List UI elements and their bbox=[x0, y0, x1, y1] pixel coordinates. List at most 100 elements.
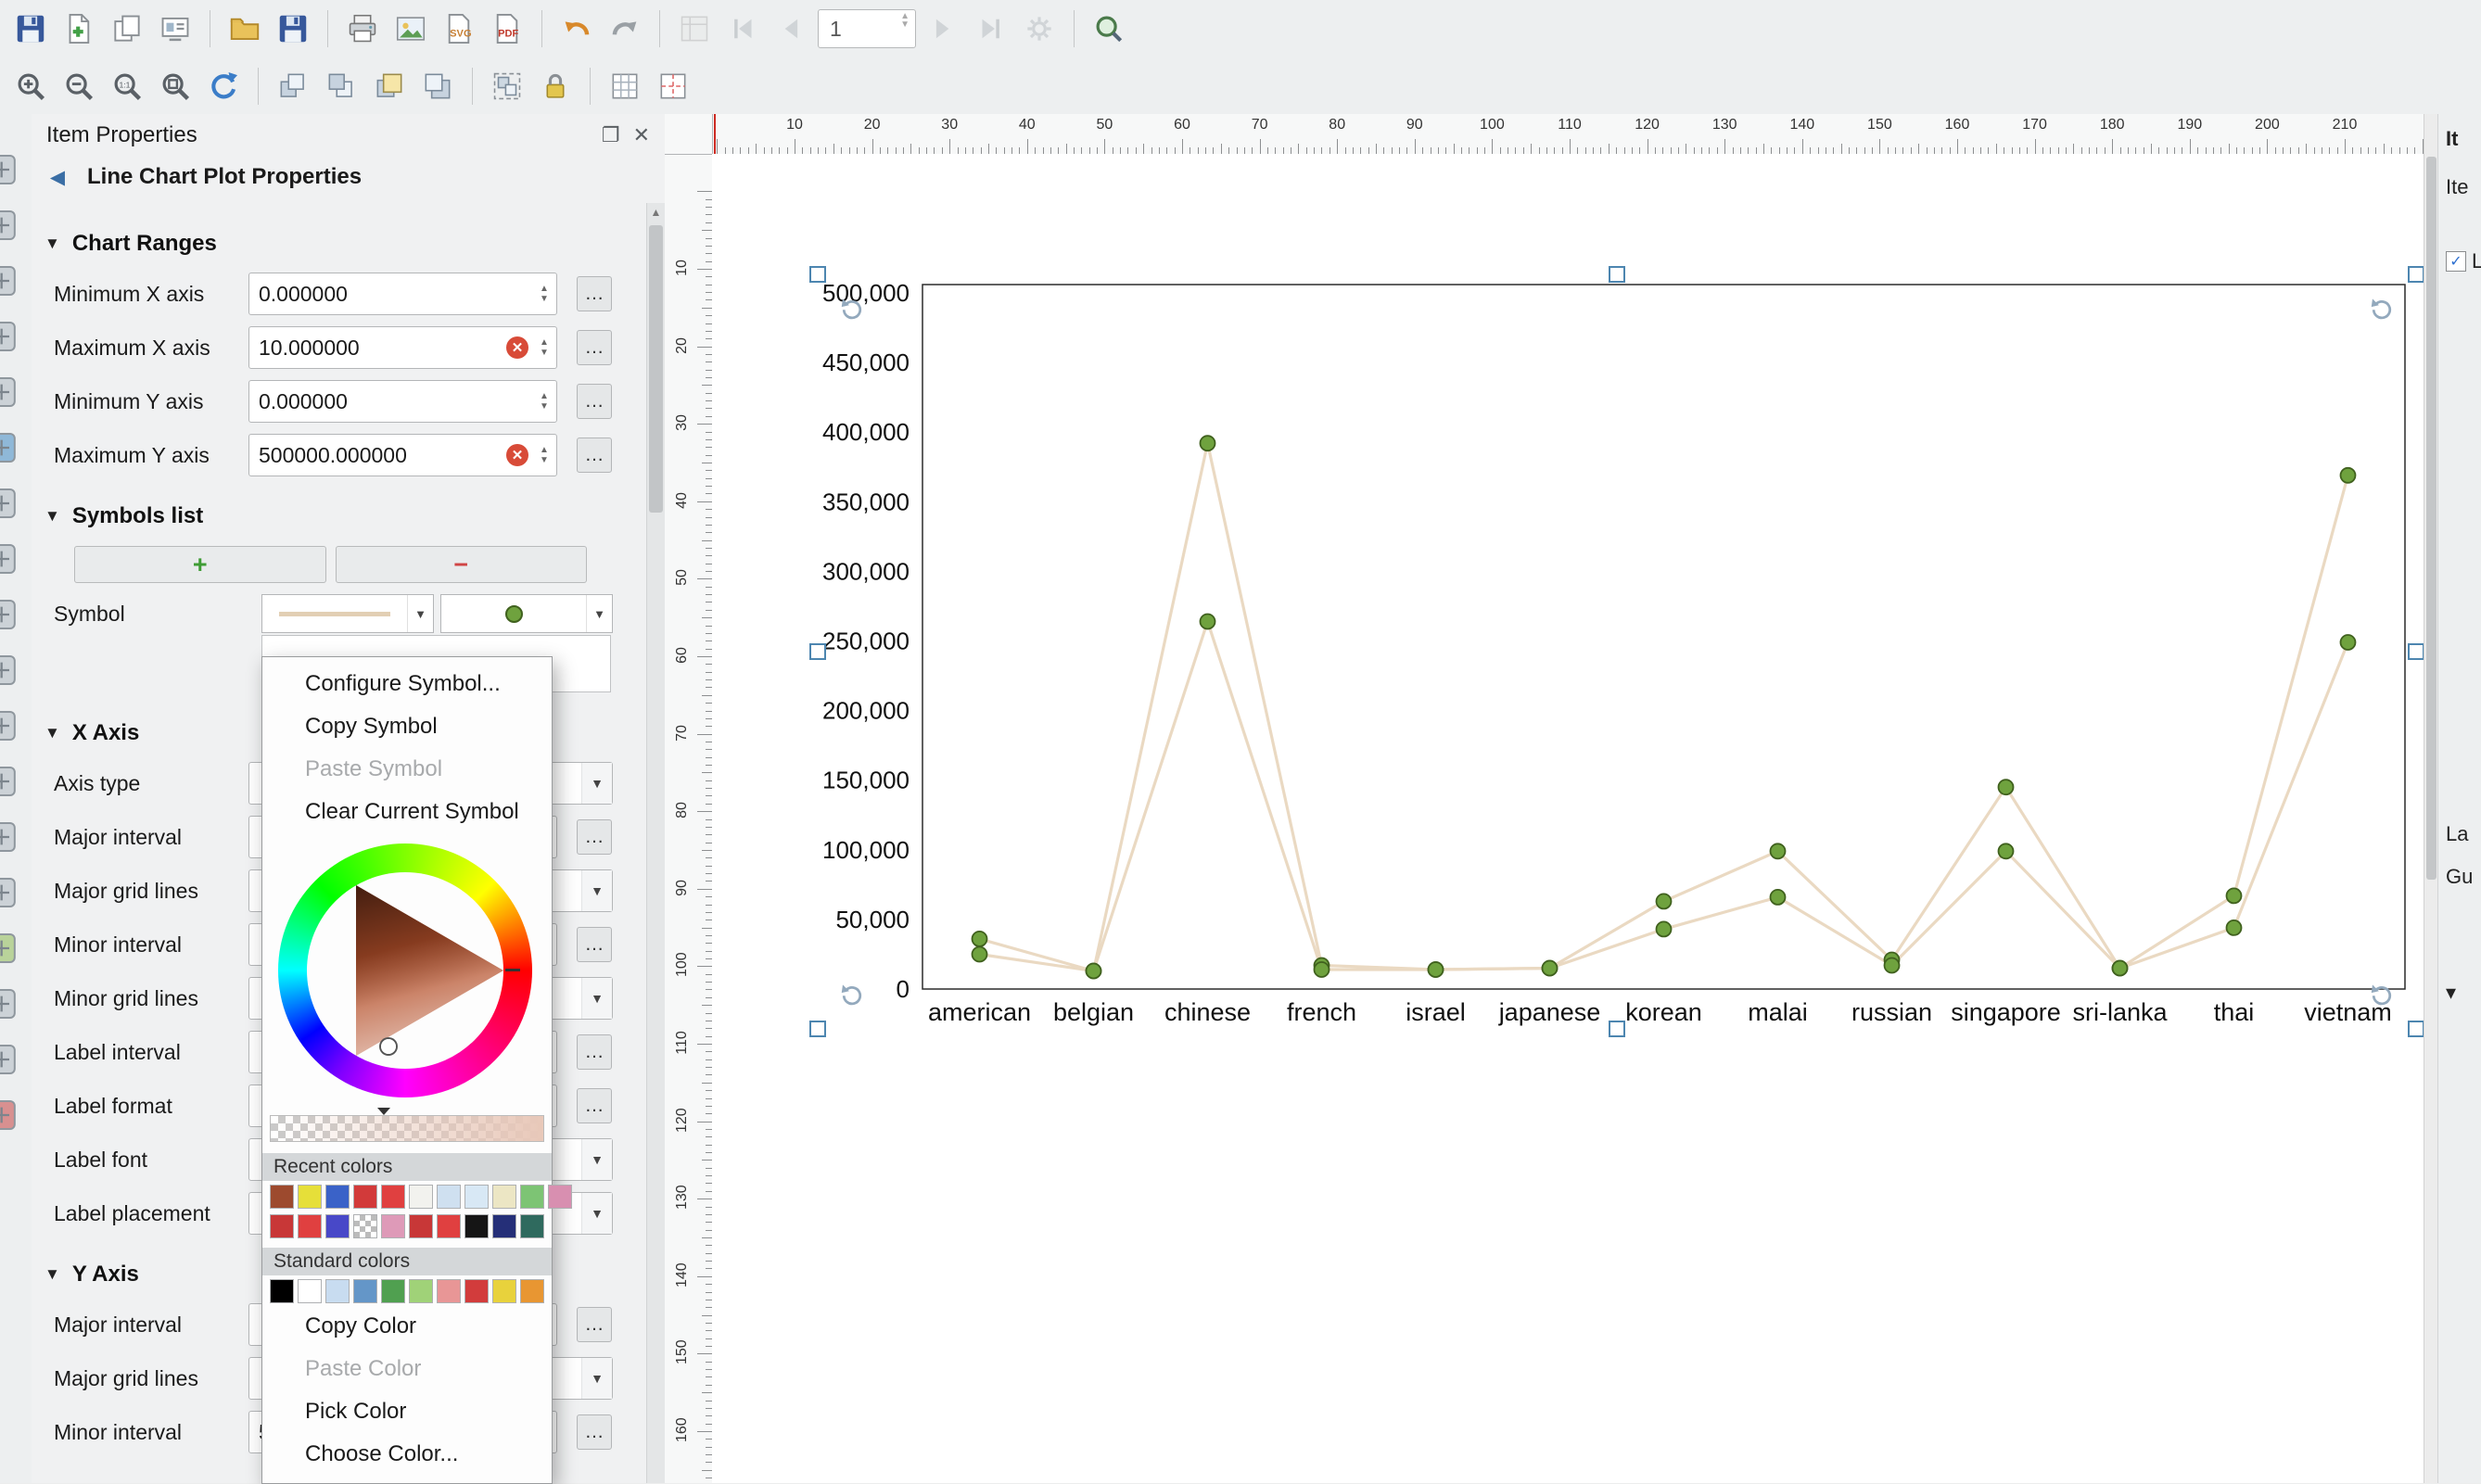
selection-handle[interactable] bbox=[2408, 643, 2424, 660]
color-selector-dot[interactable] bbox=[381, 1039, 396, 1054]
bring-to-front-button[interactable] bbox=[368, 65, 411, 108]
add-plot-tool[interactable] bbox=[0, 930, 19, 967]
print-button[interactable] bbox=[341, 7, 384, 50]
add-symbol-button[interactable]: + bbox=[74, 546, 326, 583]
panel-scrollbar[interactable]: ▲ bbox=[646, 203, 665, 1483]
data-defined-override-button[interactable]: … bbox=[577, 330, 612, 365]
data-defined-override-button[interactable]: … bbox=[577, 1307, 612, 1342]
color-swatch[interactable] bbox=[409, 1279, 433, 1303]
spin-arrows-icon[interactable]: ▲▼ bbox=[900, 12, 910, 29]
line-symbol-dropdown[interactable]: ▼ bbox=[261, 594, 434, 633]
color-swatch[interactable] bbox=[492, 1185, 516, 1209]
color-swatch[interactable] bbox=[270, 1279, 294, 1303]
chevron-down-icon[interactable]: ▼ bbox=[581, 1358, 612, 1399]
chevron-down-icon[interactable]: ▼ bbox=[407, 595, 433, 632]
selection-handle[interactable] bbox=[809, 266, 826, 283]
undo-button[interactable] bbox=[555, 7, 598, 50]
add-map-tool[interactable] bbox=[0, 429, 19, 466]
last-feature-button[interactable] bbox=[970, 7, 1012, 50]
feature-number[interactable]: 1▲▼ bbox=[818, 9, 916, 48]
add-label-tool[interactable] bbox=[0, 596, 19, 633]
selection-handle[interactable] bbox=[2408, 1021, 2424, 1037]
atlas-settings-button[interactable] bbox=[1018, 7, 1061, 50]
scroll-up-icon[interactable]: ▲ bbox=[647, 203, 665, 219]
color-swatch[interactable] bbox=[437, 1185, 461, 1209]
float-panel-icon[interactable]: ❐ bbox=[602, 123, 620, 147]
color-swatch[interactable] bbox=[353, 1279, 377, 1303]
maximum-y-axis-input[interactable]: 500000.000000✕▲▼ bbox=[248, 434, 557, 476]
data-defined-override-button[interactable]: … bbox=[577, 1088, 612, 1123]
edit-nodes-tool[interactable] bbox=[0, 374, 19, 411]
line-chart-item[interactable]: 500,000450,000400,000350,000300,000250,0… bbox=[818, 274, 2416, 1029]
new-layout-button[interactable] bbox=[57, 7, 100, 50]
zoom-actual-button[interactable]: 1:1 bbox=[106, 65, 148, 108]
color-swatch[interactable] bbox=[437, 1279, 461, 1303]
color-swatch[interactable] bbox=[298, 1214, 322, 1238]
add-table-tool[interactable] bbox=[0, 985, 19, 1022]
selection-handle[interactable] bbox=[2408, 266, 2424, 283]
color-swatch[interactable] bbox=[381, 1279, 405, 1303]
export-as-pdf-button[interactable]: PDF bbox=[486, 7, 528, 50]
back-button[interactable]: ◀ bbox=[41, 160, 74, 194]
close-panel-icon[interactable]: ✕ bbox=[633, 123, 650, 147]
section-chart-ranges[interactable]: ▼ Chart Ranges bbox=[45, 231, 646, 257]
color-swatch[interactable] bbox=[520, 1185, 544, 1209]
color-swatch[interactable] bbox=[325, 1279, 350, 1303]
data-defined-override-button[interactable]: … bbox=[577, 1034, 612, 1070]
color-swatch[interactable] bbox=[353, 1185, 377, 1209]
color-swatch[interactable] bbox=[437, 1214, 461, 1238]
redo-button[interactable] bbox=[604, 7, 646, 50]
color-wheel[interactable] bbox=[262, 837, 552, 1104]
previous-feature-button[interactable] bbox=[770, 7, 812, 50]
add-3d-map-tool[interactable] bbox=[0, 485, 19, 522]
send-to-back-button[interactable] bbox=[416, 65, 459, 108]
shade-strip-pointer[interactable] bbox=[377, 1108, 390, 1115]
duplicate-layout-button[interactable] bbox=[106, 7, 148, 50]
export-as-svg-button[interactable]: SVG bbox=[438, 7, 480, 50]
show-grid-button[interactable] bbox=[604, 65, 646, 108]
export-as-image-button[interactable] bbox=[389, 7, 432, 50]
selection-handle[interactable] bbox=[1609, 1021, 1625, 1037]
data-defined-override-button[interactable]: … bbox=[577, 276, 612, 311]
canvas-vertical-scrollbar[interactable] bbox=[2424, 114, 2438, 1483]
preview-atlas-button[interactable] bbox=[673, 7, 716, 50]
color-swatch[interactable] bbox=[270, 1185, 294, 1209]
color-swatch[interactable] bbox=[353, 1214, 377, 1238]
add-picture-tool[interactable] bbox=[0, 540, 19, 577]
color-swatch[interactable] bbox=[409, 1214, 433, 1238]
color-swatch[interactable] bbox=[298, 1185, 322, 1209]
layout-canvas[interactable]: 1020304050607080901001101201301401501601… bbox=[665, 114, 2438, 1483]
color-swatch[interactable] bbox=[520, 1279, 544, 1303]
first-feature-button[interactable] bbox=[721, 7, 764, 50]
add-shape-tool[interactable] bbox=[0, 763, 19, 800]
color-swatch[interactable] bbox=[298, 1279, 322, 1303]
spin-arrows-icon[interactable]: ▲▼ bbox=[532, 273, 556, 314]
chevron-down-icon[interactable]: ▼ bbox=[581, 763, 612, 804]
chevron-down-icon[interactable]: ▼ bbox=[581, 1193, 612, 1234]
color-swatch[interactable] bbox=[325, 1185, 350, 1209]
layout-manager-button[interactable] bbox=[154, 7, 197, 50]
refresh-view-button[interactable] bbox=[202, 65, 245, 108]
color-swatch[interactable] bbox=[520, 1214, 544, 1238]
zoom-out-button[interactable] bbox=[57, 65, 100, 108]
zoom-in-button[interactable] bbox=[9, 65, 52, 108]
marker-symbol-dropdown[interactable]: ▼ bbox=[440, 594, 613, 633]
chevron-down-icon[interactable]: ▼ bbox=[581, 870, 612, 911]
add-fixed-table-tool[interactable] bbox=[0, 1097, 19, 1134]
section-symbols-list[interactable]: ▼ Symbols list bbox=[45, 503, 646, 529]
move-content-tool[interactable] bbox=[0, 318, 19, 355]
spin-arrows-icon[interactable]: ▲▼ bbox=[532, 327, 556, 368]
selection-handle[interactable] bbox=[809, 643, 826, 660]
data-defined-override-button[interactable]: … bbox=[577, 1414, 612, 1450]
add-html-tool[interactable] bbox=[0, 1041, 19, 1078]
menu-item-copy-color[interactable]: Copy Color bbox=[262, 1305, 552, 1348]
checkbox[interactable]: ✓ bbox=[2446, 251, 2466, 272]
chevron-down-icon[interactable]: ▼ bbox=[586, 595, 612, 632]
menu-item-configure-symbol-[interactable]: Configure Symbol... bbox=[262, 663, 552, 705]
maximum-x-axis-input[interactable]: 10.000000✕▲▼ bbox=[248, 326, 557, 369]
color-swatch[interactable] bbox=[409, 1185, 433, 1209]
zoom-full-button[interactable] bbox=[154, 65, 197, 108]
color-swatch[interactable] bbox=[270, 1214, 294, 1238]
menu-item-copy-symbol[interactable]: Copy Symbol bbox=[262, 705, 552, 748]
color-swatch[interactable] bbox=[492, 1214, 516, 1238]
